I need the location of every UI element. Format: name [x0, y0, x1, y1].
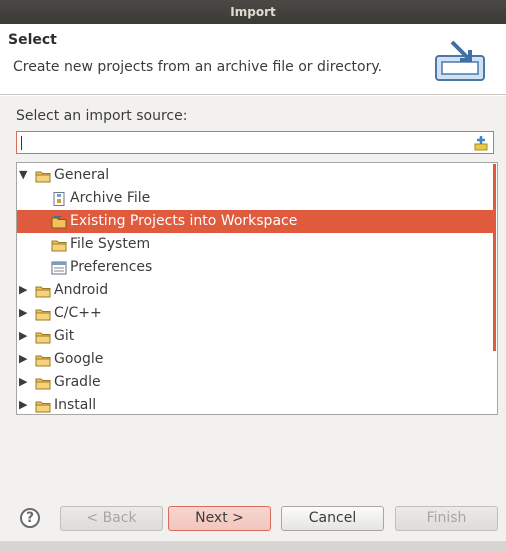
- tree-item-google[interactable]: ▶ Google: [17, 348, 493, 371]
- folder-icon: [35, 306, 51, 321]
- tree-item-existing-projects-into-workspace[interactable]: Existing Projects into Workspace: [17, 210, 493, 233]
- tree-item-general[interactable]: ▼ General: [17, 164, 493, 187]
- cancel-button[interactable]: Cancel: [281, 506, 384, 531]
- clear-filter-icon[interactable]: [473, 135, 489, 151]
- window-title: Import: [0, 0, 506, 24]
- tree-item-label: General: [54, 167, 110, 183]
- tree-item-label: C/C++: [54, 305, 102, 321]
- preferences-icon: [51, 260, 67, 275]
- tree-scrollbar[interactable]: [493, 164, 496, 351]
- next-button[interactable]: Next >: [168, 506, 271, 531]
- import-source-label: Select an import source:: [16, 108, 188, 124]
- tree-item-label: File System: [70, 236, 151, 252]
- background-window-strip: [0, 541, 506, 551]
- folder-icon: [35, 329, 51, 344]
- tree-item-label: Git: [54, 328, 75, 344]
- tree-item-android[interactable]: ▶ Android: [17, 279, 493, 302]
- tree-item-label: Android: [54, 282, 109, 298]
- projects-into-workspace-icon: [51, 214, 67, 229]
- tree-item-label: Google: [54, 351, 104, 367]
- expand-arrow-icon[interactable]: ▶: [19, 376, 29, 387]
- tree-item-label: Preferences: [70, 259, 153, 275]
- tree-item-git[interactable]: ▶ Git: [17, 325, 493, 348]
- folder-icon: [35, 283, 51, 298]
- expand-arrow-icon[interactable]: ▶: [19, 284, 29, 295]
- tree-item-c-c[interactable]: ▶ C/C++: [17, 302, 493, 325]
- tree-item-archive-file[interactable]: Archive File: [17, 187, 493, 210]
- tree-item-label: Install: [54, 397, 97, 413]
- folder-icon: [35, 168, 51, 183]
- finish-button[interactable]: Finish: [395, 506, 498, 531]
- archive-file-icon: [51, 191, 67, 206]
- folder-icon: [51, 237, 67, 252]
- import-wizard-icon: [435, 40, 485, 81]
- tree-item-label: Gradle: [54, 374, 101, 390]
- help-icon[interactable]: ?: [20, 508, 40, 528]
- wizard-header: Select Create new projects from an archi…: [0, 24, 506, 95]
- folder-icon: [35, 398, 51, 413]
- collapse-arrow-icon[interactable]: ▼: [19, 169, 29, 180]
- folder-icon: [35, 352, 51, 367]
- tree-item-gradle[interactable]: ▶ Gradle: [17, 371, 493, 394]
- back-button[interactable]: < Back: [60, 506, 163, 531]
- expand-arrow-icon[interactable]: ▶: [19, 330, 29, 341]
- expand-arrow-icon[interactable]: ▶: [19, 353, 29, 364]
- tree-item-label: Existing Projects into Workspace: [70, 213, 298, 229]
- header-separator: [0, 95, 506, 96]
- folder-icon: [35, 375, 51, 390]
- import-source-tree[interactable]: ▼ General Archive File Existing Projects in…: [16, 162, 498, 415]
- tree-item-file-system[interactable]: File System: [17, 233, 493, 256]
- expand-arrow-icon[interactable]: ▶: [19, 307, 29, 318]
- text-cursor: [21, 136, 22, 150]
- tree-item-install[interactable]: ▶ Install: [17, 394, 493, 414]
- page-title: Select: [8, 32, 57, 48]
- expand-arrow-icon[interactable]: ▶: [19, 399, 29, 410]
- tree-item-label: Archive File: [70, 190, 151, 206]
- import-source-filter-input[interactable]: [16, 131, 494, 154]
- tree-item-preferences[interactable]: Preferences: [17, 256, 493, 279]
- page-description: Create new projects from an archive file…: [13, 59, 383, 75]
